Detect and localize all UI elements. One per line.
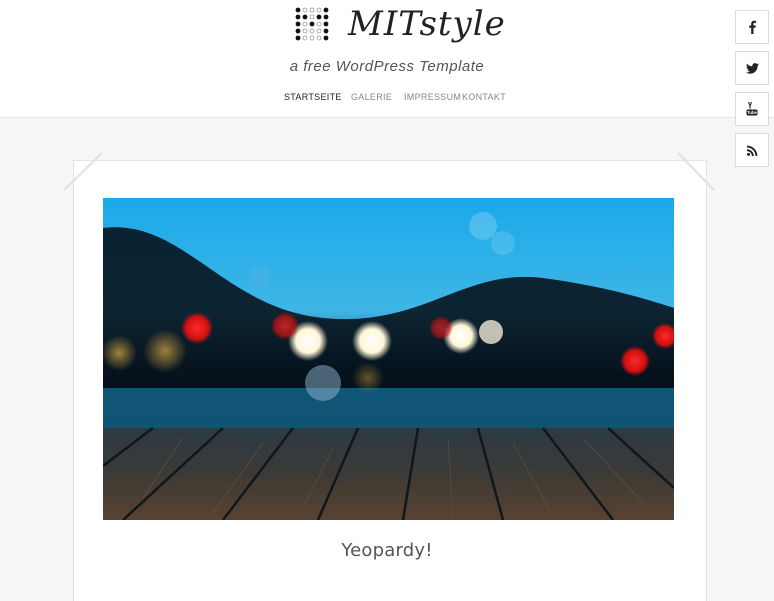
twitter-button[interactable] bbox=[735, 51, 769, 85]
nav-item-impressum[interactable]: IMPRESSUM bbox=[404, 92, 461, 102]
nav-item-galerie[interactable]: GALERIE bbox=[351, 92, 392, 102]
site-header: MITstyle a free WordPress Template START… bbox=[0, 0, 774, 118]
card-corner-right bbox=[677, 152, 715, 191]
rss-button[interactable] bbox=[735, 133, 769, 167]
post-featured-image[interactable] bbox=[103, 198, 674, 520]
nav-item-startseite[interactable]: STARTSEITE bbox=[284, 92, 342, 102]
youtube-icon: Tube bbox=[746, 102, 758, 116]
post-title[interactable]: Yeopardy! bbox=[0, 540, 774, 561]
main-nav: STARTSEITE GALERIE IMPRESSUM KONTAKT bbox=[0, 92, 774, 106]
youtube-button[interactable]: Tube bbox=[735, 92, 769, 126]
facebook-button[interactable] bbox=[735, 10, 769, 44]
site-logo-text[interactable]: MITstyle bbox=[348, 4, 506, 44]
twitter-icon bbox=[745, 62, 759, 74]
svg-text:Tube: Tube bbox=[747, 110, 757, 115]
nav-item-kontakt[interactable]: KONTAKT bbox=[462, 92, 506, 102]
site-tagline: a free WordPress Template bbox=[289, 58, 485, 75]
logo-icon[interactable] bbox=[295, 7, 329, 41]
social-sidebar: Tube bbox=[735, 10, 771, 174]
rss-icon bbox=[746, 145, 757, 156]
card-corner-left bbox=[63, 152, 103, 191]
facebook-icon bbox=[749, 20, 756, 34]
